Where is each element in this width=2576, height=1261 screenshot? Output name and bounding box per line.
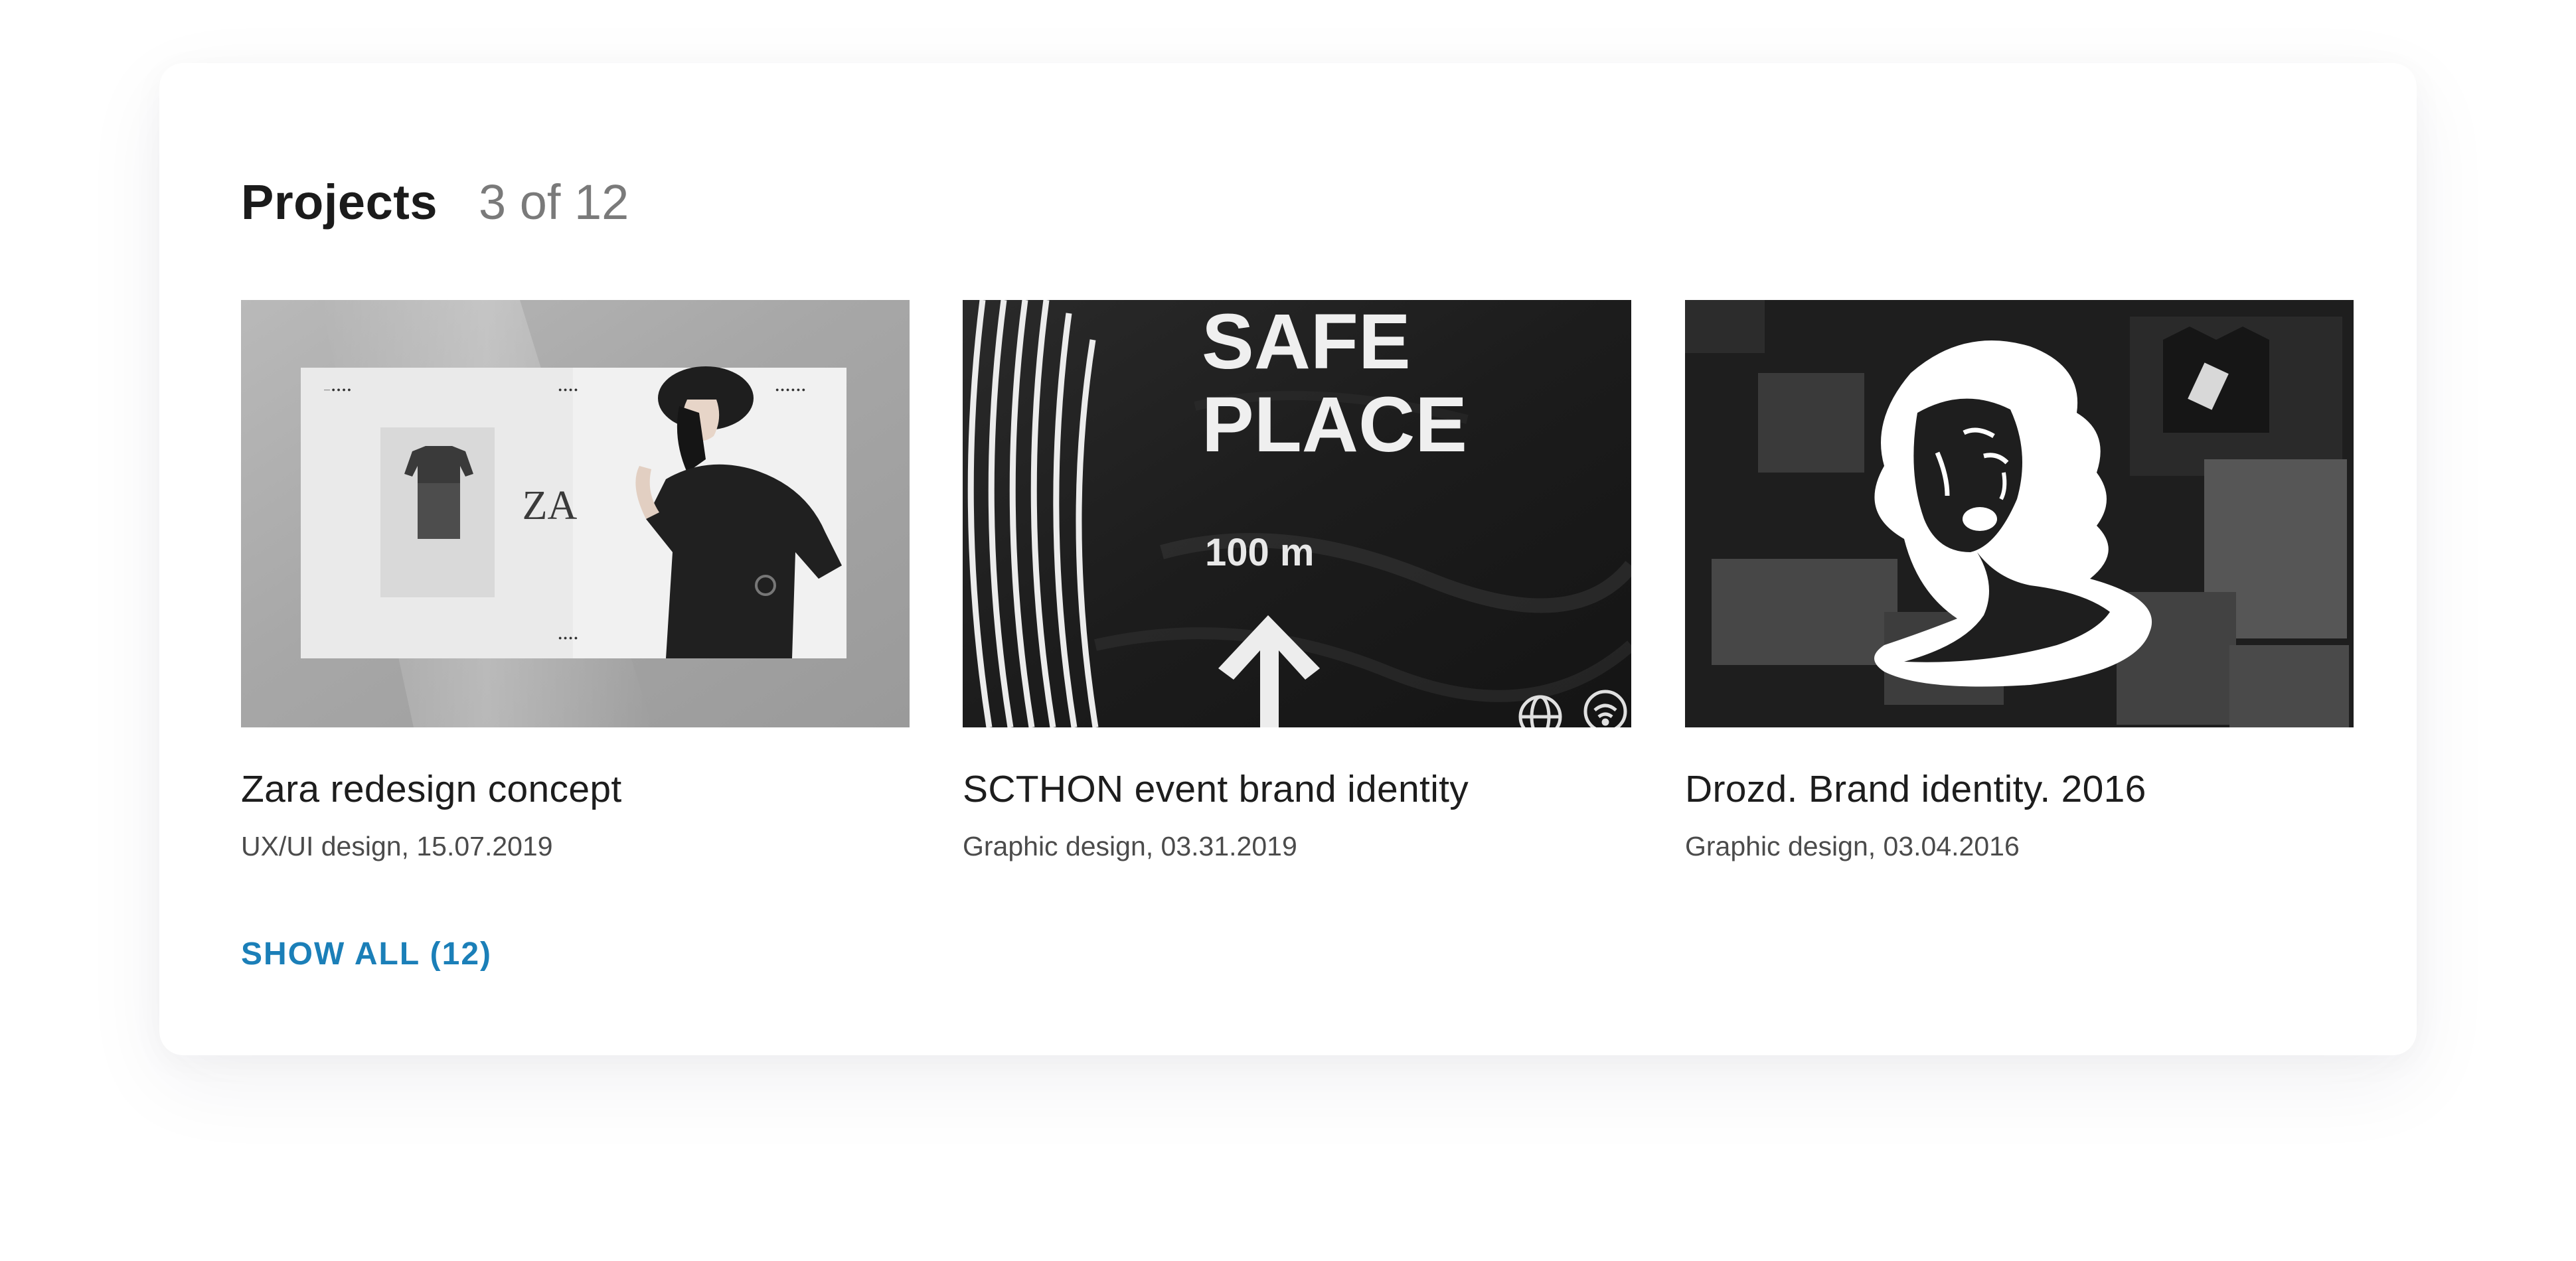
- project-count: 3 of 12: [479, 175, 629, 230]
- project-meta: UX/UI design, 15.07.2019: [241, 831, 553, 861]
- projects-header: Projects 3 of 12: [241, 174, 629, 240]
- zara-logo: ZA: [523, 483, 578, 528]
- poster-headline-1: SAFE: [1202, 300, 1411, 386]
- project-title[interactable]: SCTHON event brand identity: [963, 767, 1631, 811]
- zara-footer-dots: ● ● ● ●: [558, 634, 578, 641]
- project-card-zara[interactable]: — ● ● ● ● ● ● ● ● ● ● ● ● ● ● ZA ● ● ● ●…: [241, 300, 910, 862]
- project-meta: Graphic design, 03.31.2019: [963, 831, 1297, 861]
- project-card-scthon[interactable]: SAFE PLACE 100 m SCTHON event brand iden…: [963, 300, 1631, 862]
- project-thumbnail[interactable]: SAFE PLACE 100 m: [963, 300, 1631, 727]
- poster-distance: 100 m: [1205, 531, 1314, 574]
- zara-nav-center: ● ● ● ●: [558, 386, 578, 393]
- project-meta: Graphic design, 03.04.2016: [1685, 831, 2020, 861]
- show-all-link[interactable]: SHOW ALL (12): [241, 936, 492, 972]
- poster-headline-2: PLACE: [1202, 381, 1467, 469]
- section-title: Projects: [241, 175, 438, 230]
- project-title[interactable]: Zara redesign concept: [241, 767, 910, 811]
- project-card-drozd[interactable]: Drozd. Brand identity. 2016 Graphic desi…: [1685, 300, 2354, 862]
- project-thumbnail[interactable]: [1685, 300, 2354, 727]
- zara-nav-left: — ● ● ● ●: [324, 386, 351, 393]
- project-title[interactable]: Drozd. Brand identity. 2016: [1685, 767, 2354, 811]
- zara-nav-right: ● ● ● ● ● ●: [775, 386, 805, 393]
- project-thumbnail[interactable]: — ● ● ● ● ● ● ● ● ● ● ● ● ● ● ZA ● ● ● ●: [241, 300, 910, 727]
